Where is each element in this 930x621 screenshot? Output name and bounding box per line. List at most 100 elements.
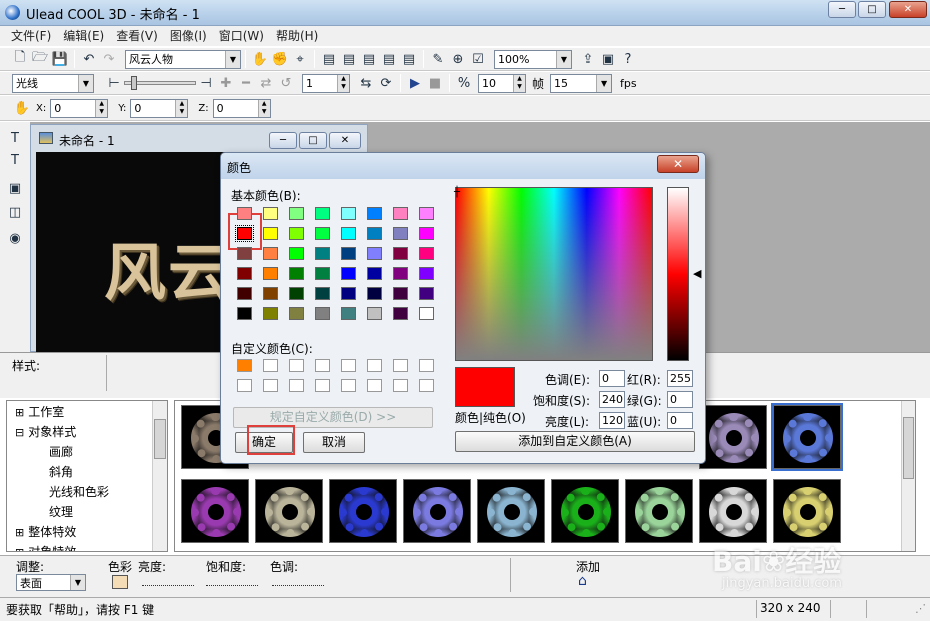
tree-item[interactable]: ⊞ 对象特效: [15, 543, 76, 551]
basic-color-swatch[interactable]: [393, 247, 408, 260]
chevron-down-icon[interactable]: ▼: [556, 50, 571, 68]
resize-icon[interactable]: ⌖: [290, 49, 310, 69]
chevron-down-icon[interactable]: ▼: [78, 74, 93, 92]
help-pointer-icon[interactable]: ?: [618, 49, 638, 69]
edit-text-icon[interactable]: T: [5, 150, 25, 170]
custom-color-swatch[interactable]: [237, 359, 252, 372]
open-folder-icon[interactable]: 🗁: [30, 49, 50, 69]
surface-combo[interactable]: 表面 ▼: [16, 574, 86, 591]
gallery-thumbnail[interactable]: [773, 479, 841, 543]
maximize-button[interactable]: □: [858, 1, 886, 18]
layer-4-icon[interactable]: ▤: [379, 49, 399, 69]
basic-color-swatch[interactable]: [315, 227, 330, 240]
cancel-button[interactable]: 取消: [303, 432, 365, 453]
slider-thumb[interactable]: [131, 76, 137, 90]
new-file-icon[interactable]: 🗋: [10, 49, 30, 69]
basic-color-swatch[interactable]: [289, 227, 304, 240]
doc-close-button[interactable]: ✕: [329, 132, 361, 149]
paint-icon[interactable]: ✎: [428, 49, 448, 69]
basic-color-swatch[interactable]: [263, 207, 278, 220]
menu-edit[interactable]: 编辑(E): [57, 26, 110, 46]
tree-expander-icon[interactable]: ⊞: [15, 406, 24, 419]
custom-color-swatch[interactable]: [263, 359, 278, 372]
custom-color-swatch[interactable]: [419, 359, 434, 372]
layer-5-icon[interactable]: ▤: [399, 49, 419, 69]
basic-color-swatch[interactable]: [237, 207, 252, 220]
custom-color-swatch[interactable]: [315, 359, 330, 372]
globe-icon[interactable]: ⊕: [448, 49, 468, 69]
basic-color-swatch[interactable]: [235, 225, 254, 242]
sat-input[interactable]: 240: [599, 391, 625, 408]
saturation-slider[interactable]: [206, 578, 258, 586]
tree-item[interactable]: ⊞ 工作室: [15, 403, 64, 420]
luminance-arrow-icon[interactable]: ◀: [693, 267, 701, 280]
tree-expander-icon[interactable]: ⊟: [15, 426, 24, 439]
add-home-icon[interactable]: ⌂: [578, 573, 587, 589]
brightness-slider[interactable]: [142, 578, 194, 586]
fps-step-input[interactable]: 10 ▲ ▼: [478, 73, 526, 93]
slider-start-icon[interactable]: ⊢: [104, 73, 124, 93]
tree-expander-icon[interactable]: ⊞: [15, 546, 24, 551]
chevron-down-icon[interactable]: ▼: [225, 50, 240, 68]
image-object-icon[interactable]: ▣: [5, 178, 25, 198]
close-button[interactable]: ✕: [889, 1, 927, 18]
green-input[interactable]: 0: [667, 391, 693, 408]
red-input[interactable]: 255: [667, 370, 693, 387]
luminance-bar[interactable]: [667, 187, 689, 361]
custom-color-swatch[interactable]: [341, 359, 356, 372]
tree-item[interactable]: 光线和色彩: [49, 483, 109, 500]
custom-color-swatch[interactable]: [367, 379, 382, 392]
custom-color-swatch[interactable]: [263, 379, 278, 392]
basic-color-swatch[interactable]: [393, 267, 408, 280]
basic-color-swatch[interactable]: [315, 307, 330, 320]
basic-color-swatch[interactable]: [315, 207, 330, 220]
tree-expander-icon[interactable]: ⊞: [15, 526, 24, 539]
basic-color-swatch[interactable]: [289, 267, 304, 280]
undo-icon[interactable]: ↶: [79, 49, 99, 69]
basic-color-swatch[interactable]: [367, 307, 382, 320]
tree-item[interactable]: 斜角: [49, 463, 73, 480]
basic-color-swatch[interactable]: [341, 267, 356, 280]
refresh-icon[interactable]: ⟳: [376, 73, 396, 93]
basic-color-swatch[interactable]: [367, 227, 382, 240]
basic-color-swatch[interactable]: [263, 227, 278, 240]
color-spectrum[interactable]: ┼: [454, 187, 653, 361]
basic-color-swatch[interactable]: [367, 207, 382, 220]
basic-color-swatch[interactable]: [341, 227, 356, 240]
tree-scrollbar[interactable]: [152, 401, 167, 551]
tree-item[interactable]: 画廊: [49, 443, 73, 460]
tree-item[interactable]: ⊟ 对象样式: [15, 423, 76, 440]
gallery-thumbnail[interactable]: [699, 405, 767, 469]
gallery-thumbnail[interactable]: [255, 479, 323, 543]
frame-object-icon[interactable]: ◫: [5, 202, 25, 222]
custom-color-swatch[interactable]: [289, 359, 304, 372]
gallery-thumbnail[interactable]: [551, 479, 619, 543]
basic-color-swatch[interactable]: [419, 207, 434, 220]
remove-keyframe-icon[interactable]: ━: [236, 73, 256, 93]
lum-input[interactable]: 120: [599, 412, 625, 429]
spinner-icon[interactable]: ▲ ▼: [257, 99, 270, 117]
timeline-slider[interactable]: [124, 76, 196, 90]
menu-view[interactable]: 查看(V): [110, 26, 164, 46]
custom-color-swatch[interactable]: [367, 359, 382, 372]
scroll-thumb[interactable]: [903, 417, 914, 479]
object-combo[interactable]: 风云人物 ▼: [125, 49, 241, 69]
basic-color-swatch[interactable]: [289, 247, 304, 260]
gallery-thumbnail[interactable]: [699, 479, 767, 543]
play-icon[interactable]: ▶: [405, 73, 425, 93]
basic-color-swatch[interactable]: [393, 207, 408, 220]
dialog-close-button[interactable]: ✕: [657, 155, 699, 173]
plugin-icon[interactable]: ▣: [598, 49, 618, 69]
tree-item[interactable]: 纹理: [49, 503, 73, 520]
menu-image[interactable]: 图像(I): [164, 26, 213, 46]
basic-color-swatch[interactable]: [289, 307, 304, 320]
chevron-down-icon[interactable]: ▼: [596, 74, 612, 92]
basic-color-swatch[interactable]: [237, 287, 252, 300]
gallery-thumbnail[interactable]: [403, 479, 471, 543]
basic-color-swatch[interactable]: [315, 287, 330, 300]
text-tool-icon[interactable]: T: [5, 128, 25, 148]
slider-end-icon[interactable]: ⊣: [196, 73, 216, 93]
z-input[interactable]: 0 ▲ ▼: [212, 98, 271, 118]
blue-input[interactable]: 0: [667, 412, 693, 429]
redo-icon[interactable]: ↷: [99, 49, 119, 69]
